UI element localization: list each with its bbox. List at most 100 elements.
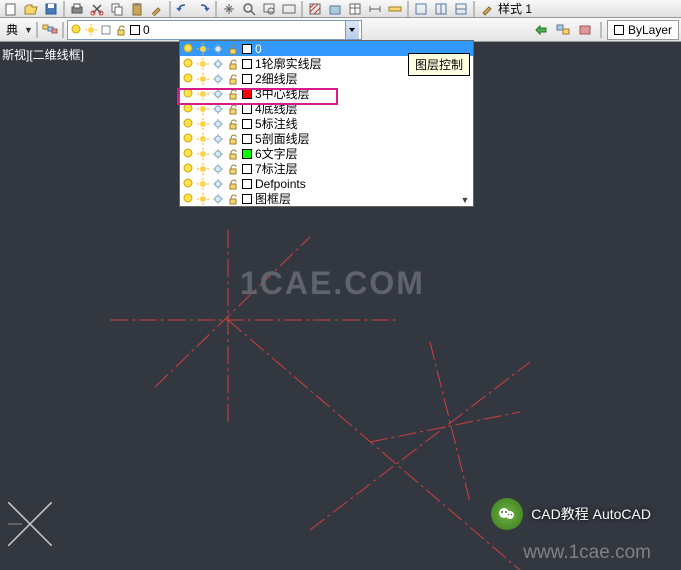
color-swatch[interactable] xyxy=(242,89,252,99)
separator xyxy=(301,1,303,17)
unlock-icon[interactable] xyxy=(227,193,239,205)
layer-row-3[interactable]: 3中心线层 xyxy=(180,86,473,101)
layer-row-10[interactable]: 图框层 xyxy=(180,191,473,206)
sun-icon[interactable] xyxy=(197,103,209,115)
bulb-icon[interactable] xyxy=(182,58,194,70)
workspace-label[interactable]: 典 xyxy=(2,21,22,38)
tb-view1-icon[interactable] xyxy=(412,1,430,17)
bulb-icon[interactable] xyxy=(182,148,194,160)
sun-icon[interactable] xyxy=(197,163,209,175)
layer-prev-icon[interactable] xyxy=(577,22,595,38)
color-swatch[interactable] xyxy=(242,119,252,129)
bulb-icon[interactable] xyxy=(182,118,194,130)
vp-freeze-icon[interactable] xyxy=(212,58,224,70)
unlock-icon[interactable] xyxy=(227,118,239,130)
tb-copy-icon[interactable] xyxy=(108,1,126,17)
tb-open-icon[interactable] xyxy=(22,1,40,17)
sun-icon[interactable] xyxy=(197,178,209,190)
unlock-icon[interactable] xyxy=(227,43,239,55)
tb-print-icon[interactable] xyxy=(68,1,86,17)
color-swatch[interactable] xyxy=(242,74,252,84)
tb-new-icon[interactable] xyxy=(2,1,20,17)
layer-row-6[interactable]: 5剖面线层 xyxy=(180,131,473,146)
sun-icon[interactable] xyxy=(197,193,209,205)
vp-freeze-icon[interactable] xyxy=(212,148,224,160)
combo-drop-icon[interactable] xyxy=(345,21,359,39)
tb-match-icon[interactable] xyxy=(148,1,166,17)
sun-icon[interactable] xyxy=(197,118,209,130)
tb-zoom-icon[interactable] xyxy=(240,1,258,17)
vp-freeze-icon[interactable] xyxy=(212,193,224,205)
tb-table-icon[interactable] xyxy=(346,1,364,17)
bulb-icon[interactable] xyxy=(182,163,194,175)
bulb-icon[interactable] xyxy=(182,73,194,85)
sun-icon[interactable] xyxy=(197,148,209,160)
sun-icon[interactable] xyxy=(197,73,209,85)
unlock-icon[interactable] xyxy=(227,58,239,70)
vp-freeze-icon[interactable] xyxy=(212,103,224,115)
color-swatch[interactable] xyxy=(242,104,252,114)
vp-freeze-icon[interactable] xyxy=(212,178,224,190)
layer-combo[interactable]: 0 xyxy=(67,20,362,40)
layer-row-9[interactable]: Defpoints xyxy=(180,176,473,191)
sun-icon[interactable] xyxy=(197,88,209,100)
bulb-icon[interactable] xyxy=(182,43,194,55)
layer-row-4[interactable]: 4底线层 xyxy=(180,101,473,116)
tb-redo-icon[interactable] xyxy=(194,1,212,17)
unlock-icon[interactable] xyxy=(227,73,239,85)
vp-freeze-icon[interactable] xyxy=(212,43,224,55)
tb-dim-icon[interactable] xyxy=(366,1,384,17)
tb-zoomext-icon[interactable] xyxy=(280,1,298,17)
tb-hatch-icon[interactable] xyxy=(306,1,324,17)
tb-view3-icon[interactable] xyxy=(452,1,470,17)
layer-props-icon[interactable] xyxy=(41,22,59,38)
layer-row-5[interactable]: 5标注线 xyxy=(180,116,473,131)
tb-brush-icon[interactable] xyxy=(478,1,496,17)
tb-block-icon[interactable] xyxy=(326,1,344,17)
color-swatch[interactable] xyxy=(242,194,252,204)
tb-view2-icon[interactable] xyxy=(432,1,450,17)
vp-freeze-icon[interactable] xyxy=(212,163,224,175)
layer-make-current-icon[interactable] xyxy=(533,22,551,38)
unlock-icon[interactable] xyxy=(227,148,239,160)
color-swatch[interactable] xyxy=(242,44,252,54)
vp-freeze-icon[interactable] xyxy=(212,88,224,100)
unlock-icon[interactable] xyxy=(227,163,239,175)
separator xyxy=(407,1,409,17)
vp-freeze-icon[interactable] xyxy=(212,118,224,130)
layer-match-icon[interactable] xyxy=(555,22,573,38)
unlock-icon[interactable] xyxy=(227,88,239,100)
vp-freeze-icon[interactable] xyxy=(212,133,224,145)
bulb-icon[interactable] xyxy=(182,103,194,115)
tb-undo-icon[interactable] xyxy=(174,1,192,17)
tb-measure-icon[interactable] xyxy=(386,1,404,17)
unlock-icon[interactable] xyxy=(227,103,239,115)
bylayer-combo[interactable]: ByLayer xyxy=(607,20,679,40)
bulb-icon[interactable] xyxy=(182,193,194,205)
bulb-icon[interactable] xyxy=(182,178,194,190)
separator xyxy=(62,22,64,38)
color-swatch[interactable] xyxy=(242,59,252,69)
bulb-icon[interactable] xyxy=(182,88,194,100)
tb-cut-icon[interactable] xyxy=(88,1,106,17)
layer-row-7[interactable]: 6文字层 xyxy=(180,146,473,161)
color-swatch[interactable] xyxy=(242,134,252,144)
color-swatch[interactable] xyxy=(242,149,252,159)
layer-name: 图框层 xyxy=(255,190,471,207)
sun-icon[interactable] xyxy=(197,133,209,145)
chevron-down-icon[interactable]: ▼ xyxy=(24,25,33,35)
sun-icon[interactable] xyxy=(197,43,209,55)
unlock-icon[interactable] xyxy=(227,133,239,145)
dropdown-scroll-down-icon[interactable]: ▼ xyxy=(458,195,472,205)
color-swatch[interactable] xyxy=(242,179,252,189)
vp-freeze-icon[interactable] xyxy=(212,73,224,85)
color-swatch[interactable] xyxy=(242,164,252,174)
tb-pan-icon[interactable] xyxy=(220,1,238,17)
unlock-icon[interactable] xyxy=(227,178,239,190)
bulb-icon[interactable] xyxy=(182,133,194,145)
sun-icon[interactable] xyxy=(197,58,209,70)
layer-row-8[interactable]: 7标注层 xyxy=(180,161,473,176)
tb-save-icon[interactable] xyxy=(42,1,60,17)
tb-zoomwin-icon[interactable] xyxy=(260,1,278,17)
tb-paste-icon[interactable] xyxy=(128,1,146,17)
